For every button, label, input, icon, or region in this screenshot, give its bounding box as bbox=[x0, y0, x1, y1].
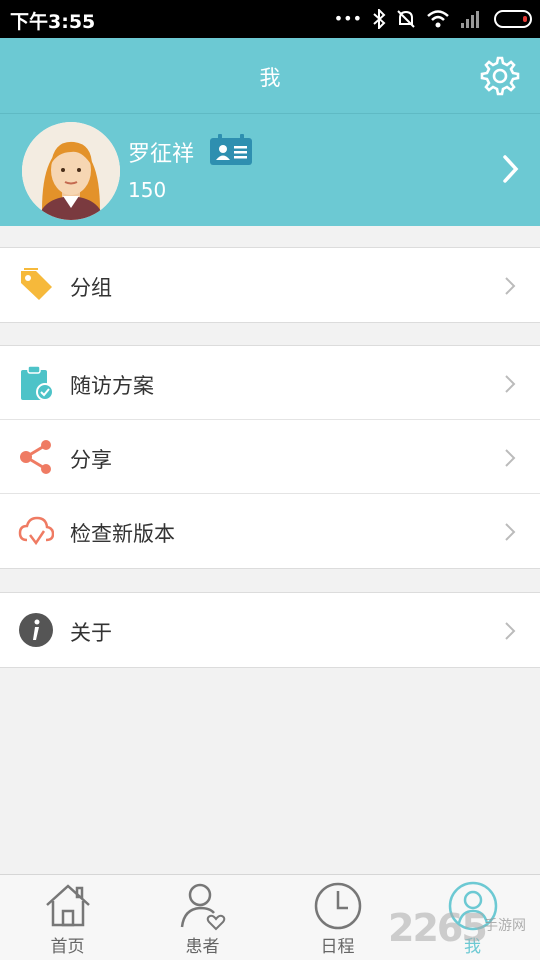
menu-label: 随访方案 bbox=[70, 374, 154, 398]
tab-home[interactable]: 首页 bbox=[0, 875, 135, 960]
menu-group-1: 分组 bbox=[0, 247, 540, 323]
chevron-right-icon bbox=[505, 449, 516, 467]
mute-bell-icon bbox=[397, 10, 415, 28]
chevron-right-icon bbox=[505, 277, 516, 295]
tab-label: 首页 bbox=[50, 937, 85, 957]
chevron-right-icon bbox=[505, 523, 516, 541]
menu-label: 分享 bbox=[70, 448, 112, 472]
menu-item-share[interactable]: 分享 bbox=[0, 420, 540, 494]
watermark-logo: 2265 bbox=[388, 906, 488, 950]
user-points: 150 bbox=[128, 178, 167, 202]
signal-icon bbox=[461, 11, 479, 28]
tab-label: 日程 bbox=[320, 937, 355, 957]
clock-icon bbox=[314, 882, 362, 930]
tag-icon bbox=[21, 268, 52, 300]
id-card-icon bbox=[210, 134, 252, 165]
status-icons: ••• bbox=[334, 8, 532, 30]
tab-label: 患者 bbox=[185, 937, 220, 957]
home-icon bbox=[46, 884, 90, 927]
tab-schedule[interactable]: 日程 bbox=[270, 875, 405, 960]
watermark-text: 手游网 bbox=[484, 918, 526, 934]
menu-item-about[interactable]: 关于 bbox=[0, 593, 540, 667]
status-time: 下午3:55 bbox=[10, 11, 96, 33]
page-title: 我 bbox=[259, 66, 281, 90]
more-dots-icon: ••• bbox=[333, 9, 362, 28]
menu-label: 检查新版本 bbox=[70, 522, 175, 546]
avatar bbox=[22, 122, 120, 220]
status-bar: 下午3:55 ••• bbox=[0, 0, 540, 38]
bluetooth-icon bbox=[373, 9, 386, 29]
share-icon bbox=[20, 440, 51, 474]
patient-icon bbox=[180, 883, 226, 931]
menu-label: 分组 bbox=[70, 276, 112, 300]
chevron-right-icon bbox=[503, 155, 519, 183]
menu-group-3: 关于 bbox=[0, 592, 540, 668]
chevron-right-icon bbox=[505, 375, 516, 393]
menu-group-2: 随访方案 分享 检查新版本 bbox=[0, 345, 540, 569]
wifi-icon bbox=[427, 10, 449, 28]
battery-icon bbox=[494, 10, 532, 28]
user-name: 罗征祥 bbox=[128, 142, 195, 167]
menu-item-group[interactable]: 分组 bbox=[0, 248, 540, 322]
cloud-check-icon bbox=[18, 516, 54, 546]
profile-card[interactable]: 罗征祥 150 bbox=[0, 113, 540, 226]
menu-item-check-update[interactable]: 检查新版本 bbox=[0, 494, 540, 568]
clipboard-icon bbox=[21, 365, 54, 401]
chevron-right-icon bbox=[505, 622, 516, 640]
menu-item-followup-plan[interactable]: 随访方案 bbox=[0, 346, 540, 420]
gear-icon[interactable] bbox=[478, 54, 522, 98]
menu-label: 关于 bbox=[70, 621, 112, 645]
avatar-illustration bbox=[22, 122, 120, 220]
header: 我 bbox=[0, 38, 540, 113]
tab-patients[interactable]: 患者 bbox=[135, 875, 270, 960]
info-icon bbox=[19, 613, 53, 647]
